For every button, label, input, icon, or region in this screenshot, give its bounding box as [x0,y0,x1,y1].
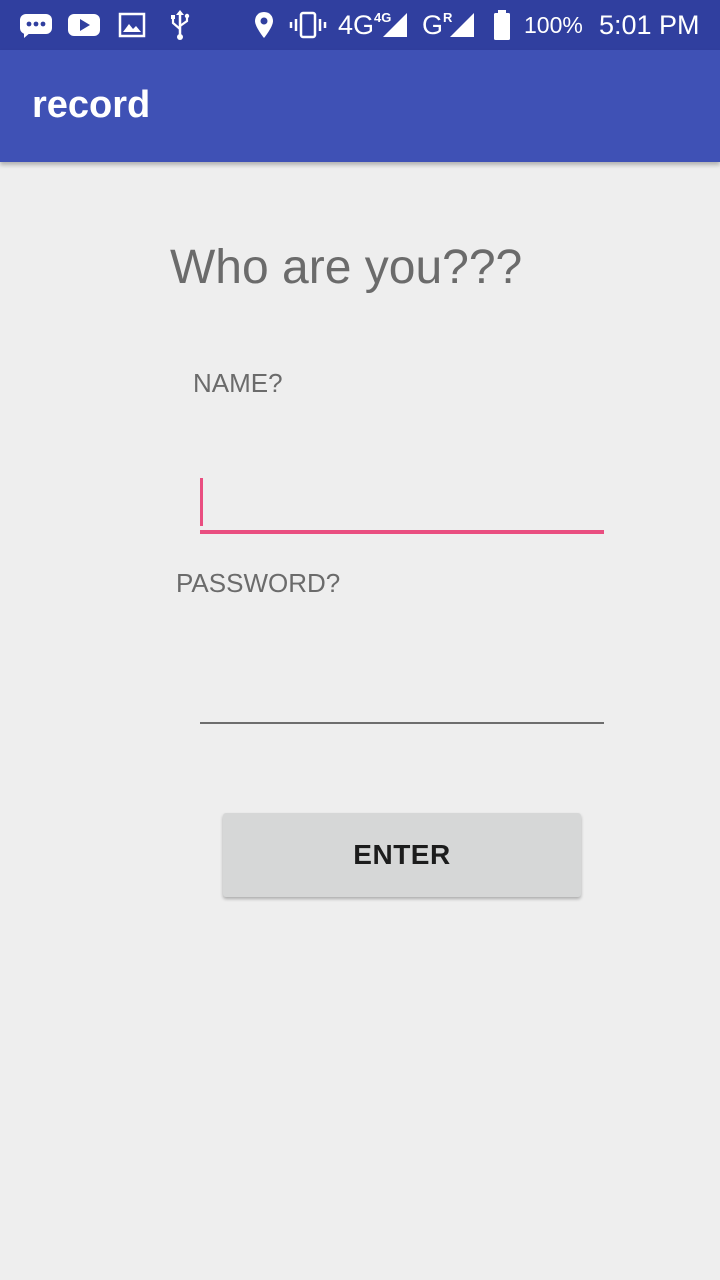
enter-button[interactable]: ENTER [223,813,581,897]
page-heading: Who are you??? [170,241,523,294]
network-4g-label: 4G [338,9,375,40]
clock-time: 5:01 PM [599,9,700,40]
password-input[interactable] [200,664,604,724]
vibrate-icon [289,0,327,50]
name-label: NAME? [193,368,283,398]
password-label: PASSWORD? [176,568,341,598]
status-bar: 4G 4G G R 100% 5:01 PM [0,0,720,50]
battery-icon [492,0,512,50]
youtube-icon [67,0,101,50]
app-title: record [32,84,151,126]
location-icon [252,0,276,50]
app-bar: record [0,50,720,162]
text-cursor [200,478,203,526]
messages-icon [18,0,54,50]
usb-icon [168,0,192,50]
signal-g-icon: G R [422,0,476,50]
battery-percent: 100% [524,11,583,38]
signal-4g-icon: 4G 4G [338,0,409,50]
network-g-label: G [422,9,444,40]
gallery-icon [118,0,146,50]
name-input[interactable] [200,474,604,534]
